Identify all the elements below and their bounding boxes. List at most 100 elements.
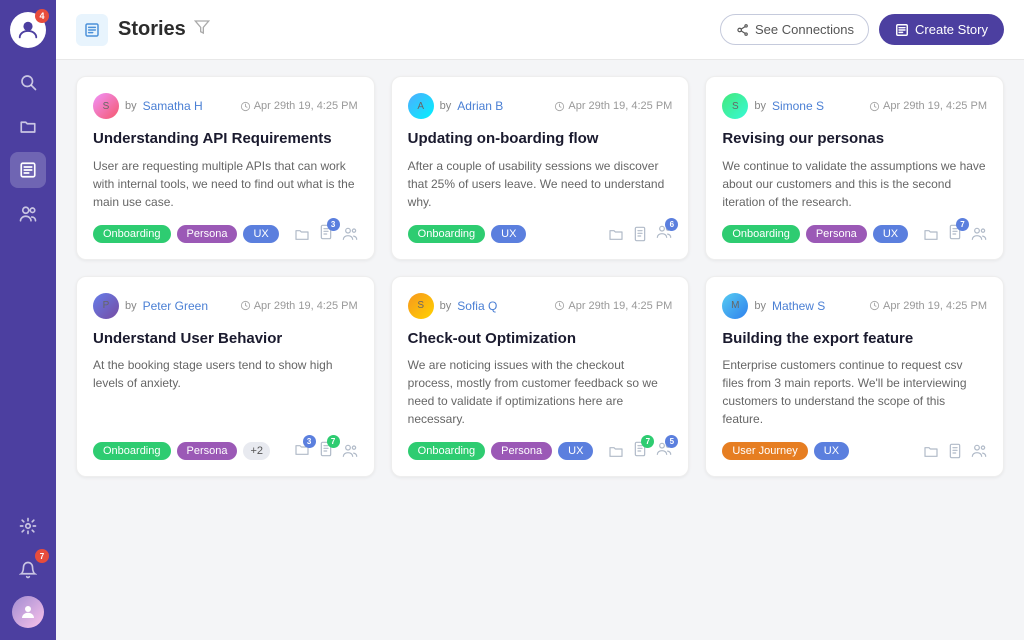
folder-icon-1[interactable] bbox=[294, 226, 310, 242]
main-content: Stories See Connections Create Story S bbox=[56, 0, 1024, 640]
author-name-4: Peter Green bbox=[143, 299, 208, 313]
doc-icon-2[interactable] bbox=[632, 226, 648, 242]
tag-persona-4[interactable]: Persona bbox=[177, 442, 238, 460]
tag-onboarding-1[interactable]: Onboarding bbox=[93, 225, 171, 243]
card-title-1: Understanding API Requirements bbox=[93, 129, 358, 149]
author-avatar-1: S bbox=[93, 93, 119, 119]
card-title-3: Revising our personas bbox=[722, 129, 987, 149]
team-icon-wrap-4 bbox=[342, 443, 358, 459]
tag-onboarding-5[interactable]: Onboarding bbox=[408, 442, 486, 460]
card-icons-3: 7 bbox=[923, 226, 987, 242]
user-avatar[interactable] bbox=[12, 596, 44, 628]
card-footer-3: Onboarding Persona UX 7 bbox=[722, 225, 987, 243]
tag-persona-1[interactable]: Persona bbox=[177, 225, 238, 243]
tag-onboarding-2[interactable]: Onboarding bbox=[408, 225, 486, 243]
tag-ux-2[interactable]: UX bbox=[491, 225, 526, 243]
card-title-5: Check-out Optimization bbox=[408, 329, 673, 349]
tag-ux-6[interactable]: UX bbox=[814, 442, 849, 460]
card-footer-5: Onboarding Persona UX 7 5 bbox=[408, 442, 673, 460]
folder-icon-wrap-3 bbox=[923, 226, 939, 242]
card-icons-6 bbox=[923, 443, 987, 459]
card-meta-3: S by Simone S Apr 29th 19, 4:25 PM bbox=[722, 93, 987, 119]
card-title-4: Understand User Behavior bbox=[93, 329, 358, 349]
tag-more-4[interactable]: +2 bbox=[243, 442, 270, 460]
card-time-6: Apr 29th 19, 4:25 PM bbox=[869, 300, 987, 312]
card-icons-4: 3 7 bbox=[294, 443, 358, 459]
see-connections-button[interactable]: See Connections bbox=[720, 14, 869, 45]
folder-icon-wrap-4: 3 bbox=[294, 441, 310, 457]
card-footer-2: Onboarding UX 6 bbox=[408, 225, 673, 243]
card-meta-5: S by Sofia Q Apr 29th 19, 4:25 PM bbox=[408, 293, 673, 319]
story-card-3: S by Simone S Apr 29th 19, 4:25 PM Revis… bbox=[705, 76, 1004, 260]
filter-icon[interactable] bbox=[194, 19, 210, 40]
folder-icon-5[interactable] bbox=[608, 443, 624, 459]
bell-badge: 7 bbox=[35, 549, 49, 563]
team-icon-wrap-3 bbox=[971, 226, 987, 242]
tag-userjourney-6[interactable]: User Journey bbox=[722, 442, 807, 460]
tag-ux-5[interactable]: UX bbox=[558, 442, 593, 460]
folder-icon-wrap-5 bbox=[608, 443, 624, 459]
card-title-2: Updating on-boarding flow bbox=[408, 129, 673, 149]
sidebar-team[interactable] bbox=[10, 196, 46, 232]
author-avatar-4: P bbox=[93, 293, 119, 319]
tag-onboarding-3[interactable]: Onboarding bbox=[722, 225, 800, 243]
team-icon-wrap-5: 5 bbox=[656, 441, 672, 457]
logo-badge: 4 bbox=[35, 9, 49, 23]
story-card-4: P by Peter Green Apr 29th 19, 4:25 PM Un… bbox=[76, 276, 375, 478]
team-icon-1[interactable] bbox=[342, 226, 358, 242]
sidebar-stories[interactable] bbox=[10, 152, 46, 188]
create-story-label: Create Story bbox=[915, 22, 988, 37]
doc-badge-4: 7 bbox=[327, 435, 340, 448]
story-card-5: S by Sofia Q Apr 29th 19, 4:25 PM Check-… bbox=[391, 276, 690, 478]
story-card-2: A by Adrian B Apr 29th 19, 4:25 PM Updat… bbox=[391, 76, 690, 260]
tag-ux-1[interactable]: UX bbox=[243, 225, 278, 243]
author-name-6: Mathew S bbox=[772, 299, 825, 313]
folder-icon-6[interactable] bbox=[923, 443, 939, 459]
card-icons-5: 7 5 bbox=[608, 443, 672, 459]
header: Stories See Connections Create Story bbox=[56, 0, 1024, 60]
card-time-3: Apr 29th 19, 4:25 PM bbox=[869, 100, 987, 112]
doc-icon-wrap-5: 7 bbox=[632, 441, 648, 457]
create-story-button[interactable]: Create Story bbox=[879, 14, 1004, 45]
folder-icon-wrap-2 bbox=[608, 226, 624, 242]
card-desc-1: User are requesting multiple APIs that c… bbox=[93, 157, 358, 211]
folder-badge-4: 3 bbox=[303, 435, 316, 448]
see-connections-label: See Connections bbox=[755, 22, 854, 37]
team-icon-wrap-6 bbox=[971, 443, 987, 459]
team-icon-6[interactable] bbox=[971, 443, 987, 459]
sidebar-settings[interactable] bbox=[10, 508, 46, 544]
card-time-5: Apr 29th 19, 4:25 PM bbox=[554, 300, 672, 312]
card-footer-4: Onboarding Persona +2 3 7 bbox=[93, 442, 358, 460]
team-icon-4[interactable] bbox=[342, 443, 358, 459]
folder-icon-wrap-1 bbox=[294, 226, 310, 242]
card-meta-6: M by Mathew S Apr 29th 19, 4:25 PM bbox=[722, 293, 987, 319]
doc-icon-6[interactable] bbox=[947, 443, 963, 459]
card-meta-1: S by Samatha H Apr 29th 19, 4:25 PM bbox=[93, 93, 358, 119]
team-icon-3[interactable] bbox=[971, 226, 987, 242]
author-name-2: Adrian B bbox=[457, 99, 503, 113]
card-icons-2: 6 bbox=[608, 226, 672, 242]
tag-onboarding-4[interactable]: Onboarding bbox=[93, 442, 171, 460]
card-title-6: Building the export feature bbox=[722, 329, 987, 349]
tag-ux-3[interactable]: UX bbox=[873, 225, 908, 243]
folder-icon-wrap-6 bbox=[923, 443, 939, 459]
logo[interactable]: 4 bbox=[10, 12, 46, 48]
tag-persona-3[interactable]: Persona bbox=[806, 225, 867, 243]
sidebar-bell[interactable]: 7 bbox=[10, 552, 46, 588]
card-meta-2: A by Adrian B Apr 29th 19, 4:25 PM bbox=[408, 93, 673, 119]
folder-icon-2[interactable] bbox=[608, 226, 624, 242]
doc-icon-wrap-6 bbox=[947, 443, 963, 459]
team-badge-5: 5 bbox=[665, 435, 678, 448]
tag-persona-5[interactable]: Persona bbox=[491, 442, 552, 460]
doc-icon-wrap-4: 7 bbox=[318, 441, 334, 457]
story-card-1: S by Samatha H Apr 29th 19, 4:25 PM Unde… bbox=[76, 76, 375, 260]
sidebar-folder[interactable] bbox=[10, 108, 46, 144]
sidebar-search[interactable] bbox=[10, 64, 46, 100]
team-icon-wrap-2: 6 bbox=[656, 224, 672, 240]
doc-icon-wrap-2 bbox=[632, 226, 648, 242]
card-desc-3: We continue to validate the assumptions … bbox=[722, 157, 987, 211]
author-name-3: Simone S bbox=[772, 99, 824, 113]
sidebar: 4 7 bbox=[0, 0, 56, 640]
author-avatar-3: S bbox=[722, 93, 748, 119]
folder-icon-3[interactable] bbox=[923, 226, 939, 242]
